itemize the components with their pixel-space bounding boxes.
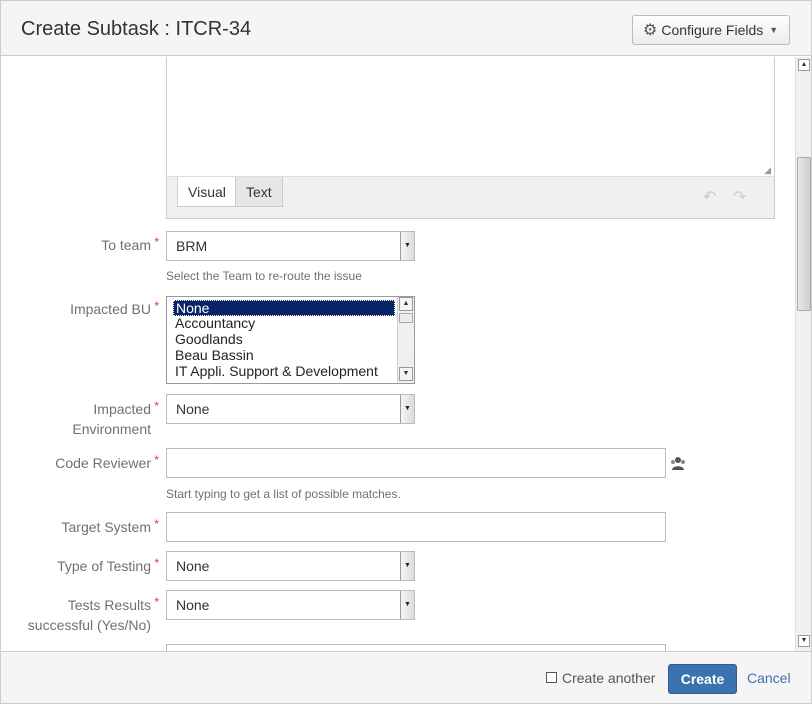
dialog-scrollbar[interactable]: ▲ ▼ xyxy=(795,57,811,651)
dialog-body: ◢ Visual Text ↶ ↷ To team * BRM ▼ Select … xyxy=(1,57,795,651)
undo-icon[interactable]: ↶ xyxy=(703,187,716,207)
to-team-value: BRM xyxy=(176,238,208,254)
impacted-environment-label: Impacted * Environment xyxy=(72,399,159,439)
tests-results-select[interactable]: None ▼ xyxy=(166,590,415,620)
code-reviewer-label: Code Reviewer * xyxy=(55,453,159,473)
redo-icon[interactable]: ↷ xyxy=(733,187,746,207)
create-another-checkbox[interactable] xyxy=(546,672,557,683)
scroll-down-icon[interactable]: ▼ xyxy=(399,367,413,381)
create-button[interactable]: Create xyxy=(668,664,737,694)
required-marker: * xyxy=(154,299,159,313)
code-reviewer-description: Start typing to get a list of possible m… xyxy=(166,487,401,501)
tests-results-value: None xyxy=(176,597,210,613)
scroll-down-icon[interactable]: ▼ xyxy=(798,635,810,647)
to-team-select[interactable]: BRM ▼ xyxy=(166,231,415,261)
chevron-down-icon: ▼ xyxy=(769,25,779,35)
type-of-testing-select[interactable]: None ▼ xyxy=(166,551,415,581)
description-editor[interactable]: ◢ Visual Text ↶ ↷ xyxy=(166,57,775,219)
to-team-label: To team * xyxy=(101,235,159,255)
scroll-thumb[interactable] xyxy=(797,157,811,311)
type-of-testing-value: None xyxy=(176,558,210,574)
tab-visual[interactable]: Visual xyxy=(177,177,237,207)
required-marker: * xyxy=(154,556,159,570)
cancel-link[interactable]: Cancel xyxy=(747,670,791,686)
editor-toolbar: Visual Text ↶ ↷ xyxy=(167,176,774,218)
required-marker: * xyxy=(154,453,159,467)
resize-handle-icon[interactable]: ◢ xyxy=(764,165,771,176)
dialog-footer: Create another Create Cancel xyxy=(1,651,811,703)
impacted-bu-label: Impacted BU * xyxy=(70,299,159,319)
create-subtask-dialog: Create Subtask : ITCR-34 ⚙ Configure Fie… xyxy=(0,0,812,704)
required-marker: * xyxy=(154,517,159,531)
dropdown-arrow-icon[interactable]: ▼ xyxy=(400,552,414,580)
impacted-environment-value: None xyxy=(176,401,210,417)
user-picker-icon[interactable] xyxy=(670,455,686,471)
list-item[interactable]: Goodlands xyxy=(173,332,395,348)
scroll-up-icon[interactable]: ▲ xyxy=(798,59,810,71)
to-team-description: Select the Team to re-route the issue xyxy=(166,269,362,283)
dialog-title: Create Subtask : ITCR-34 xyxy=(21,18,252,40)
dropdown-arrow-icon[interactable]: ▼ xyxy=(400,395,414,423)
create-another-label[interactable]: Create another xyxy=(562,670,655,686)
required-marker: * xyxy=(154,595,159,609)
code-reviewer-input[interactable] xyxy=(166,448,666,478)
dropdown-arrow-icon[interactable]: ▼ xyxy=(400,232,414,260)
required-marker: * xyxy=(154,399,159,413)
list-item[interactable]: None xyxy=(173,300,395,316)
impacted-bu-listbox[interactable]: None Accountancy Goodlands Beau Bassin I… xyxy=(166,296,415,384)
configure-fields-label: Configure Fields xyxy=(661,22,764,38)
list-item[interactable]: Beau Bassin xyxy=(173,348,395,364)
tests-results-label: Tests Results * successful (Yes/No) xyxy=(28,595,159,635)
dropdown-arrow-icon[interactable]: ▼ xyxy=(400,591,414,619)
listbox-scroll-thumb[interactable] xyxy=(399,313,413,323)
impacted-environment-select[interactable]: None ▼ xyxy=(166,394,415,424)
list-item[interactable]: IT Appli. Support & Development xyxy=(173,364,395,380)
configure-fields-button[interactable]: ⚙ Configure Fields ▼ xyxy=(632,15,790,45)
gear-icon: ⚙ xyxy=(643,22,658,39)
type-of-testing-label: Type of Testing * xyxy=(57,556,159,576)
list-item[interactable]: Accountancy xyxy=(173,316,395,332)
dialog-header: Create Subtask : ITCR-34 ⚙ Configure Fie… xyxy=(1,1,811,56)
tab-text[interactable]: Text xyxy=(235,177,283,207)
next-field-input[interactable] xyxy=(166,644,666,651)
listbox-scrollbar[interactable]: ▲ ▼ xyxy=(397,297,414,383)
scroll-up-icon[interactable]: ▲ xyxy=(399,297,413,311)
target-system-input[interactable] xyxy=(166,512,666,542)
required-marker: * xyxy=(154,235,159,249)
target-system-label: Target System * xyxy=(62,517,159,537)
